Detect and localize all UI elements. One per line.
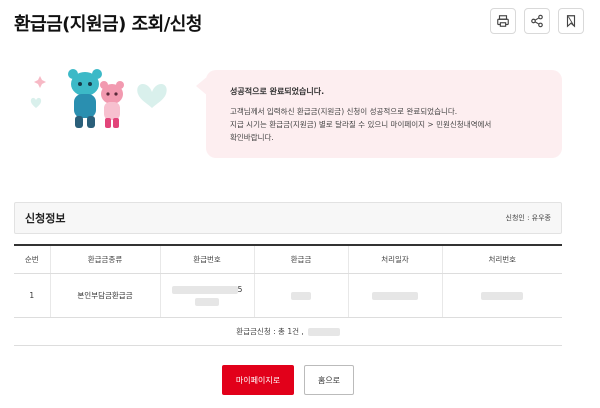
blue-mascot: [68, 69, 102, 128]
top-actions: [490, 8, 584, 34]
masked-value: [171, 285, 238, 294]
column-header: 환급번호: [160, 245, 255, 274]
application-info-header: 신청정보 신청인 : 유우종: [14, 202, 562, 234]
row-index: 1: [14, 273, 51, 318]
column-header: 환급금: [254, 245, 349, 274]
summary-row: 환급금신청 : 총 1건 ,: [14, 318, 562, 346]
notice-line-1: 고객님께서 입력하신 환급금(지원금) 신청이 성공적으로 완료되었습니다.: [230, 107, 458, 116]
heart-icon: [137, 83, 167, 108]
mypage-button[interactable]: 마이페이지로: [222, 365, 294, 395]
masked-refund-amount: [291, 291, 311, 300]
share-icon: [531, 14, 543, 28]
completion-notice: 성공적으로 완료되었습니다. 고객님께서 입력하신 환급금(지원금) 신청이 성…: [196, 70, 562, 158]
column-header: 처리일자: [348, 245, 443, 274]
page-title: 환급금(지원금) 조회/신청: [14, 14, 202, 35]
column-header: 환급금종류: [50, 245, 161, 274]
mascot-illustration: [30, 62, 180, 142]
pink-mascot: [100, 81, 124, 128]
applicant-name: 신청인 : 유우종: [505, 214, 551, 222]
masked-process-number: [481, 291, 524, 300]
masked-summary-amount: [307, 327, 340, 336]
print-button[interactable]: [490, 8, 516, 34]
column-header: 처리번호: [442, 245, 562, 274]
bookmark-icon: [566, 15, 576, 28]
application-table: 순번 환급금종류 환급번호 환급금 처리일자 처리번호 1 본인부담금환급금 5: [14, 244, 562, 318]
notice-line-3: 확인바랍니다.: [230, 133, 274, 142]
section-title: 신청정보: [25, 212, 66, 225]
home-button[interactable]: 홈으로: [304, 365, 354, 395]
table-row: 1 본인부담금환급금 5: [14, 273, 562, 318]
refund-type: 본인부담금환급금: [50, 273, 161, 318]
bookmark-button[interactable]: [558, 8, 584, 34]
table-header-row: 순번 환급금종류 환급번호 환급금 처리일자 처리번호: [14, 245, 562, 274]
masked-value: [195, 297, 219, 306]
refund-number: 5: [161, 285, 254, 306]
masked-process-date: [372, 291, 418, 300]
print-icon: [497, 15, 509, 27]
share-button[interactable]: [524, 8, 550, 34]
summary-label: 환급금신청 : 총 1건 ,: [236, 327, 304, 336]
refund-number-suffix: 5: [237, 284, 243, 294]
notice-title: 성공적으로 완료되었습니다.: [230, 87, 325, 96]
sparkle-icon: [34, 76, 46, 88]
notice-line-2: 지급 시기는 환급금(지원금) 별로 달라질 수 있으니 마이페이지 > 민원신…: [230, 120, 492, 129]
column-header: 순번: [14, 245, 51, 274]
